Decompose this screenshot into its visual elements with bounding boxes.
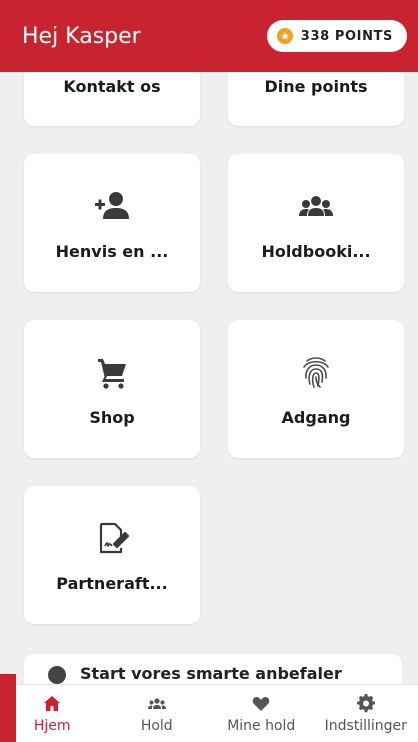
tile-label: Kontakt os: [63, 77, 161, 96]
gear-icon: [356, 693, 375, 712]
bottom-tab-bar: Hjem Hold Mine hold Indstillinger: [0, 684, 418, 742]
heart-icon: [253, 696, 270, 711]
tile-adgang[interactable]: Adgang: [228, 320, 404, 458]
tile-dine-points[interactable]: Dine points: [228, 72, 404, 126]
tile-holdbooking[interactable]: Holdbooki...: [228, 154, 404, 292]
info-icon: [48, 666, 66, 684]
points-label: 338 POINTS: [300, 28, 393, 44]
tab-label: Indstillinger: [324, 717, 407, 734]
greeting-text: Hej Kasper: [22, 23, 141, 49]
points-badge[interactable]: 338 POINTS: [266, 20, 407, 52]
app-header: Hej Kasper 338 POINTS: [0, 0, 418, 72]
tile-henvis-en[interactable]: Henvis en ...: [24, 154, 200, 292]
tab-label: Hold: [140, 717, 173, 734]
group-icon: [147, 697, 166, 709]
add-person-icon: [92, 186, 132, 226]
tile-label: Dine points: [264, 77, 368, 96]
tile-shop[interactable]: Shop: [24, 320, 200, 458]
signature-document-icon: [92, 518, 132, 558]
side-accent: [0, 674, 16, 742]
tile-label: Henvis en ...: [55, 241, 169, 261]
home-icon: [44, 695, 61, 711]
tile-kontakt-os[interactable]: Kontakt os: [24, 72, 200, 126]
tab-mine-hold[interactable]: Mine hold: [209, 685, 314, 742]
tile-label: Holdbooki...: [261, 241, 371, 261]
home-grid: Kontakt os Dine points Henvis en ... Hol…: [0, 72, 418, 684]
tile-partneraftaler[interactable]: Partneraft...: [24, 486, 200, 624]
tab-label: Hjem: [33, 717, 71, 734]
recommender-text: Start vores smarte anbefaler: [80, 664, 342, 683]
recommender-card[interactable]: Start vores smarte anbefaler: [24, 654, 402, 684]
group-icon: [296, 186, 336, 226]
tile-label: Adgang: [281, 407, 351, 427]
points-coin-icon: [276, 28, 293, 44]
tab-hold[interactable]: Hold: [105, 685, 210, 742]
tab-indstillinger[interactable]: Indstillinger: [314, 685, 418, 742]
tab-label: Mine hold: [227, 717, 296, 734]
tile-label: Partneraft...: [56, 573, 168, 593]
fingerprint-icon: [296, 352, 336, 392]
tile-label: Shop: [89, 407, 135, 427]
cart-icon: [92, 352, 132, 392]
